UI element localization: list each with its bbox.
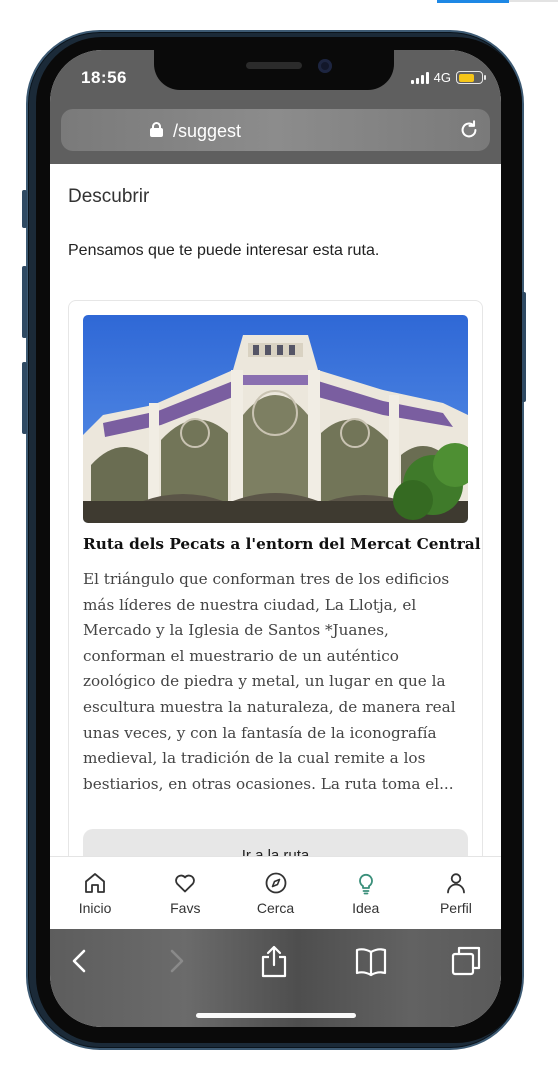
heart-icon (175, 874, 196, 893)
battery-fill (458, 73, 474, 82)
browser-tab-strip (509, 0, 558, 2)
home-indicator[interactable] (196, 1013, 356, 1018)
lock-icon (150, 122, 163, 137)
front-camera (318, 59, 332, 73)
route-description: El triángulo que conforman tres de los e… (83, 570, 456, 793)
compass-icon (265, 872, 286, 894)
home-icon (85, 873, 105, 893)
signal-icon (410, 71, 429, 84)
tab-label: Idea (352, 900, 380, 916)
page-content: Descubrir Pensamos que te puede interesa… (50, 164, 501, 856)
url-text: /suggest (173, 121, 242, 141)
market-building-illustration (83, 315, 468, 523)
battery-icon (456, 71, 486, 84)
route-card[interactable]: Ruta dels Pecats a l'entorn del Mercat C… (68, 300, 483, 856)
lightbulb-icon (358, 873, 373, 895)
notch (154, 50, 394, 90)
forward-icon[interactable] (160, 943, 192, 979)
bottom-tab-bar: Inicio Favs Cerca Idea Perfil (50, 856, 501, 929)
tabs-icon[interactable] (450, 943, 482, 979)
bookmarks-icon[interactable] (354, 943, 388, 979)
address-bar[interactable]: /suggest (61, 109, 490, 151)
phone-screen: 18:56 4G /suggest Descubrir Pensamos que… (50, 50, 501, 1027)
page-title: Descubrir (68, 186, 150, 207)
share-icon[interactable] (258, 943, 290, 979)
user-icon (447, 873, 465, 894)
route-image[interactable] (83, 315, 468, 523)
tab-label: Perfil (439, 900, 472, 916)
tab-label: Favs (170, 900, 201, 916)
volume-down-button (22, 362, 27, 434)
tab-cerca[interactable]: Cerca (230, 857, 320, 929)
route-title[interactable]: Ruta dels Pecats a l'entorn del Mercat C… (83, 535, 481, 553)
back-icon[interactable] (64, 943, 96, 979)
browser-tab-indicator (437, 0, 509, 3)
mute-switch (22, 190, 27, 228)
tab-label: Cerca (256, 900, 295, 916)
status-indicators: 4G (410, 70, 486, 85)
reload-icon[interactable] (458, 119, 480, 141)
status-time: 18:56 (81, 68, 127, 87)
speaker (246, 62, 302, 69)
tab-inicio[interactable]: Inicio (50, 857, 140, 929)
tab-label: Inicio (78, 900, 112, 916)
volume-up-button (22, 266, 27, 338)
tab-favs[interactable]: Favs (140, 857, 230, 929)
browser-toolbar (50, 929, 501, 1027)
tab-perfil[interactable]: Perfil (411, 857, 501, 929)
go-to-route-button[interactable]: Ir a la ruta (83, 829, 468, 856)
tab-idea[interactable]: Idea (321, 857, 411, 929)
page-lead: Pensamos que te puede interesar esta rut… (68, 242, 380, 259)
network-label: 4G (433, 70, 451, 85)
browser-top-chrome: 18:56 4G /suggest (50, 50, 501, 164)
